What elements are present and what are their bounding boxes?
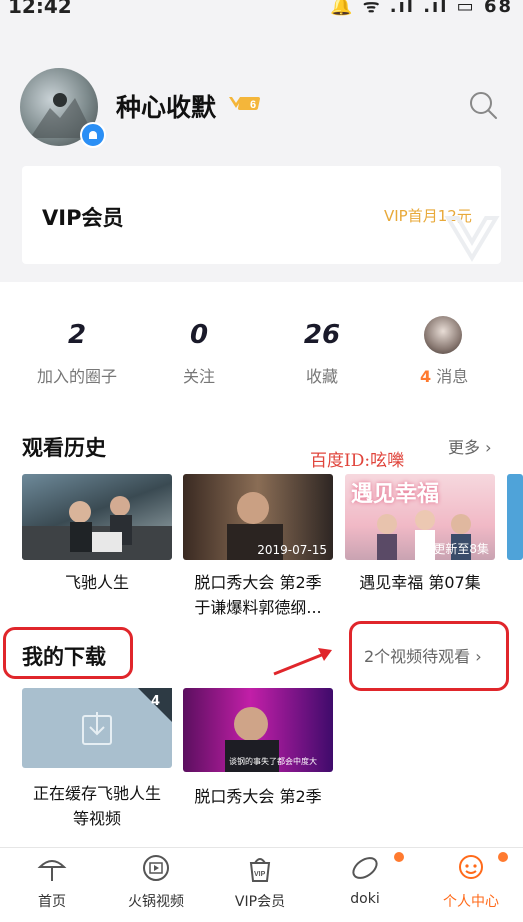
stat-circles-count[interactable]: 2 — [27, 320, 127, 350]
stat-following-count[interactable]: 0 — [149, 320, 249, 350]
status-icons: 🔔 ᯤ .ıl .ıl ▭ 68 — [330, 0, 513, 18]
battery-level: 68 — [483, 0, 513, 17]
stat-following-label[interactable]: 关注 — [149, 363, 249, 387]
nav-home-label: 首页 — [38, 894, 66, 910]
nav-doki-label: doki — [350, 891, 380, 907]
status-time: 12:42 — [8, 0, 72, 18]
nav-vip[interactable]: VIP VIP会员 — [217, 853, 303, 911]
download-item-2-thumb[interactable]: 谈钢的事失了都会中度大 — [183, 688, 333, 772]
download-count: 4 — [151, 694, 161, 709]
svg-text:VIP: VIP — [254, 871, 266, 878]
stat-favorites-count[interactable]: 26 — [272, 320, 372, 350]
messages-entry[interactable]: 4 消息 — [420, 363, 468, 387]
annotation-arrow-icon — [272, 644, 336, 678]
vip-icon: VIP — [249, 858, 271, 882]
nav-profile-label: 个人中心 — [443, 894, 499, 910]
status-indicator-icons: 🔔 ᯤ .ıl .ıl ▭ — [330, 0, 476, 17]
stat-circles-label[interactable]: 加入的圈子 — [27, 363, 127, 387]
history-more-label: 更多 — [448, 438, 481, 457]
verified-badge-icon — [80, 122, 106, 148]
poster-title-text: 遇见幸福 — [351, 482, 440, 507]
nav-hotpot-video-label: 火锅视频 — [128, 894, 184, 910]
chevron-right-icon: › — [485, 438, 492, 457]
vip-watermark-icon — [444, 210, 500, 262]
history-thumb-2[interactable]: 2019-07-15 — [183, 474, 333, 560]
home-icon — [37, 860, 67, 881]
stat-favorites-label[interactable]: 收藏 — [272, 363, 372, 387]
level-number: 6 — [250, 99, 256, 111]
download-item-1-title[interactable]: 正在缓存飞驰人生 — [22, 781, 172, 806]
history-thumb-3-update: 更新至8集 — [433, 542, 489, 556]
messages-avatar[interactable] — [424, 316, 462, 354]
profile-icon — [459, 855, 483, 879]
nav-profile-badge — [498, 852, 508, 862]
nav-home[interactable]: 首页 — [9, 853, 95, 911]
level-badge-icon: 6 — [228, 94, 262, 112]
nav-vip-label: VIP会员 — [234, 894, 286, 910]
history-thumb-1[interactable] — [22, 474, 172, 560]
nav-doki-badge — [394, 852, 404, 862]
downloads-pending-link[interactable]: 2个视频待观看 › — [364, 643, 482, 667]
history-item-2-subtitle[interactable]: 于谦爆料郭德纲... — [183, 595, 333, 620]
username[interactable]: 种心收默 — [116, 88, 216, 124]
doki-icon — [352, 857, 378, 879]
download-item-2-subtitle: 谈钢的事失了都会中度大 — [229, 757, 317, 766]
nav-hotpot-video[interactable]: 火锅视频 — [113, 853, 199, 911]
chevron-right-icon: › — [475, 647, 482, 666]
download-item-1-subtitle[interactable]: 等视频 — [22, 806, 172, 831]
messages-count: 4 — [420, 367, 432, 386]
history-item-1-title[interactable]: 飞驰人生 — [22, 570, 172, 595]
nav-doki[interactable]: doki — [322, 853, 408, 907]
history-item-2-title[interactable]: 脱口秀大会 第2季 — [183, 570, 333, 595]
movie-poster-image — [22, 496, 172, 560]
downloads-title: 我的下载 — [22, 645, 106, 669]
search-icon[interactable] — [468, 90, 498, 120]
downloads-pending-label: 2个视频待观看 — [364, 647, 471, 666]
annotation-watermark: 百度ID:呟嚛 — [310, 451, 405, 471]
messages-label: 消息 — [436, 367, 469, 386]
download-item-2-title[interactable]: 脱口秀大会 第2季 — [183, 784, 333, 809]
history-thumb-3[interactable]: 遇见幸福 更新至8集 — [345, 474, 495, 560]
hotpot-video-icon — [143, 855, 169, 881]
vip-title: VIP会员 — [42, 206, 124, 230]
history-title: 观看历史 — [22, 436, 106, 460]
history-more-link[interactable]: 更多 › — [448, 434, 492, 458]
history-item-3-title[interactable]: 遇见幸福 第07集 — [345, 570, 495, 595]
history-thumb-4-partial[interactable] — [507, 474, 523, 560]
history-thumb-2-date: 2019-07-15 — [257, 543, 327, 557]
